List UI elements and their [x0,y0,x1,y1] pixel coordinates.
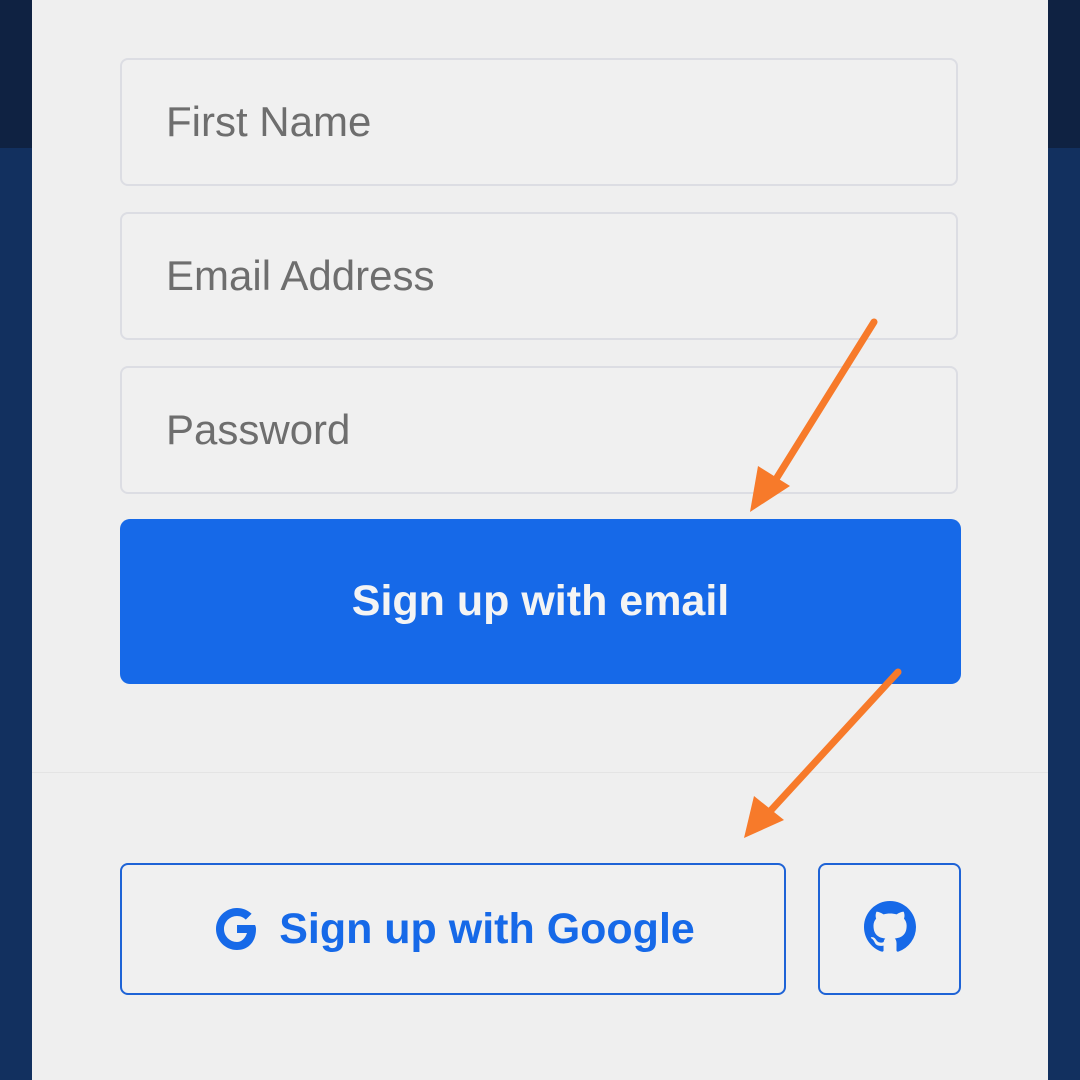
sign-up-with-google-label: Sign up with Google [279,904,695,953]
divider [32,772,1048,773]
github-icon [863,900,916,958]
password-input[interactable] [120,366,958,494]
email-address-input[interactable] [120,212,958,340]
sign-up-with-email-button[interactable]: Sign up with email [120,519,961,684]
first-name-input[interactable] [120,58,958,186]
signup-card: Sign up with email Sign up with Google [32,0,1048,1080]
github-signup-button[interactable] [818,863,961,995]
sign-up-with-google-button[interactable]: Sign up with Google [120,863,786,995]
google-g-icon [211,903,263,955]
